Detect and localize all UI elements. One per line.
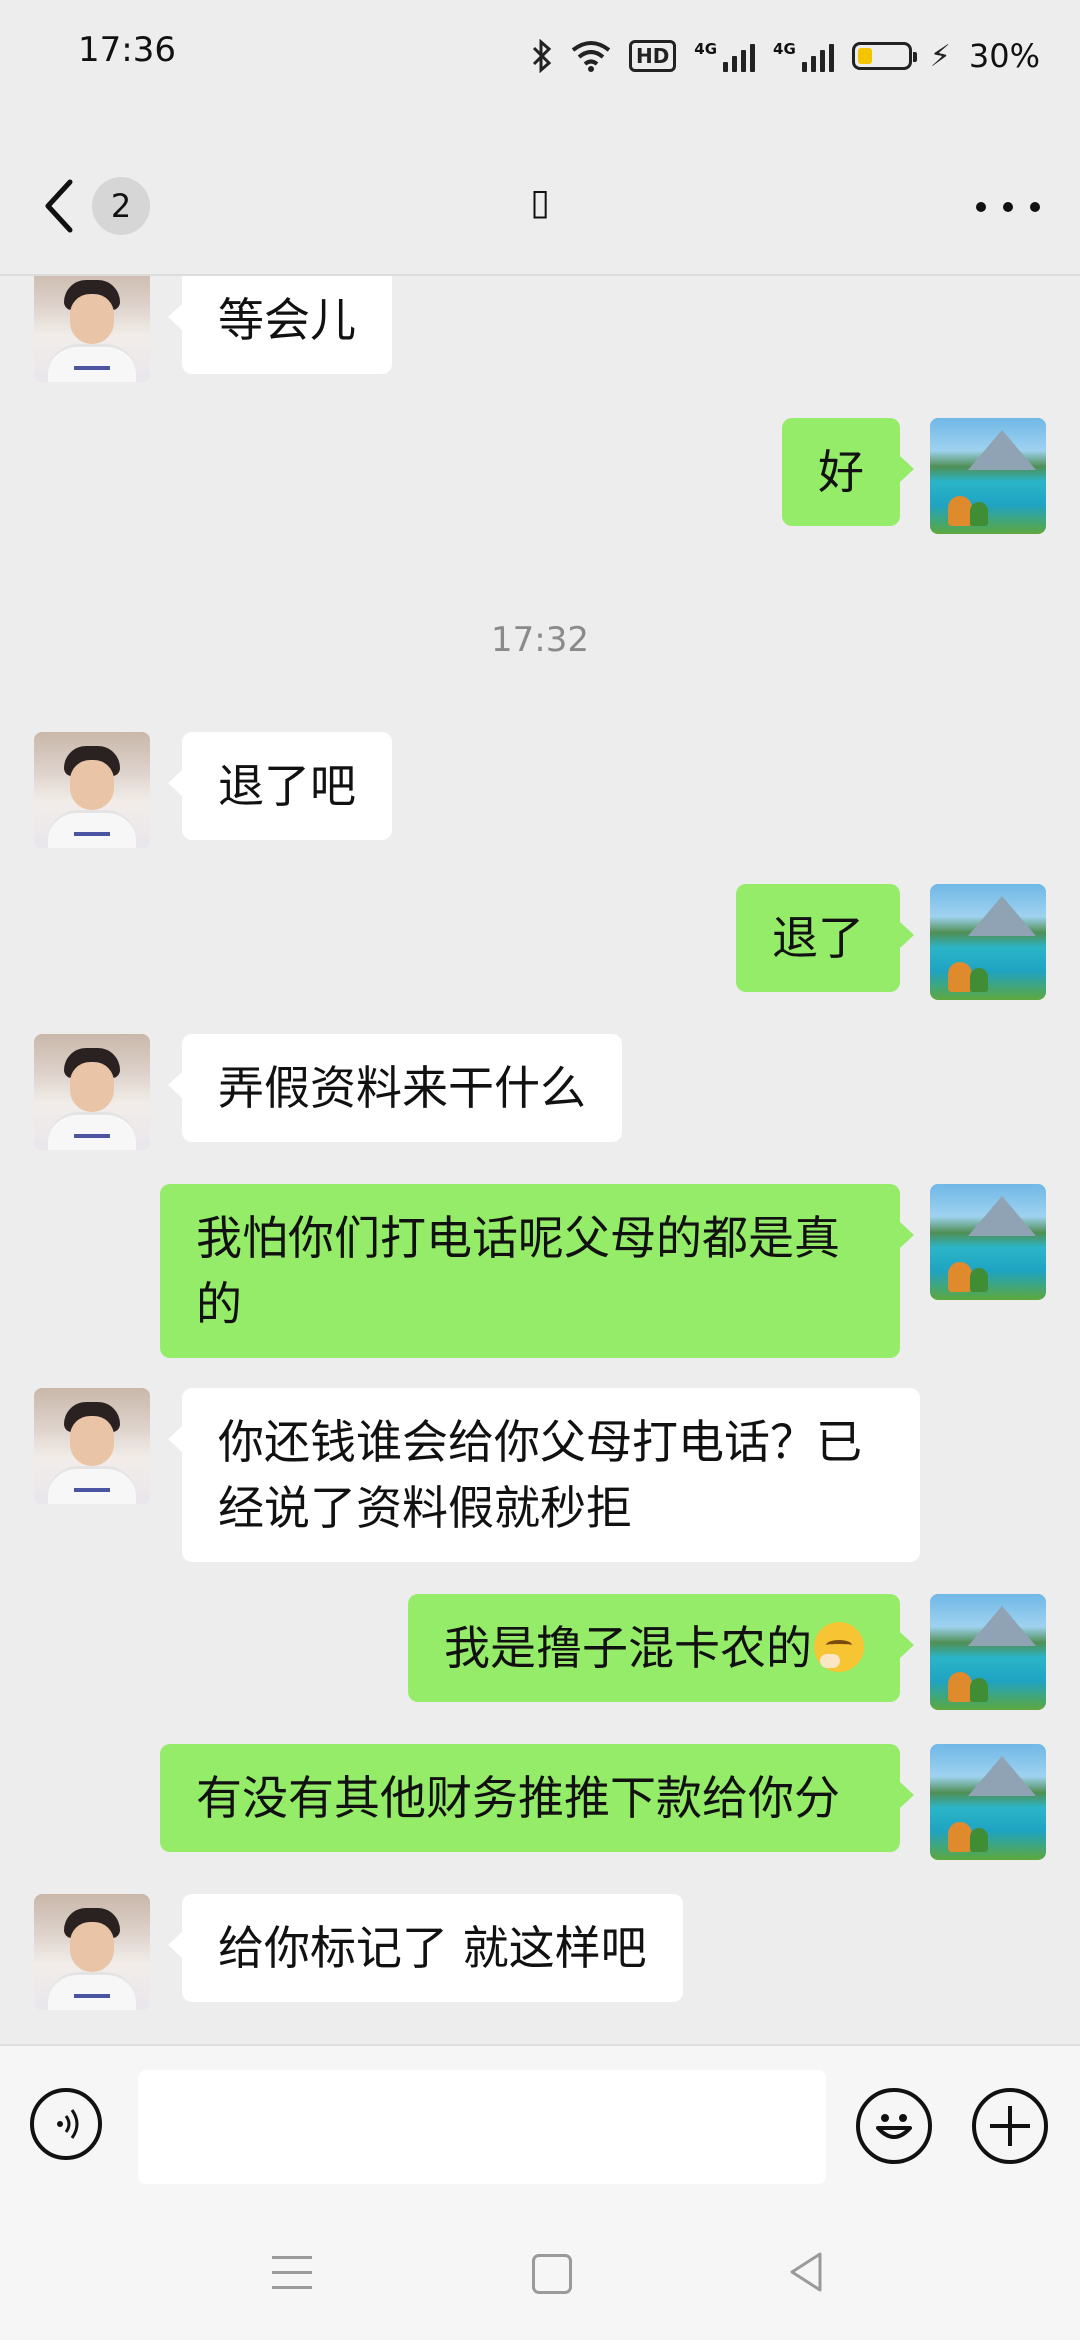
network-label-2: 4G bbox=[773, 40, 796, 58]
home-icon[interactable] bbox=[532, 2254, 572, 2294]
signal-4g-icon-2: 4G bbox=[773, 40, 834, 72]
my-avatar[interactable] bbox=[930, 1184, 1046, 1300]
contact-avatar[interactable] bbox=[34, 276, 150, 382]
message-bubble-incoming[interactable]: 退了吧 bbox=[168, 732, 392, 840]
network-label: 4G bbox=[694, 40, 718, 58]
my-avatar[interactable] bbox=[930, 1744, 1046, 1860]
message-bubble-incoming[interactable]: 给你标记了 就这样吧 bbox=[168, 1894, 683, 2002]
back-triangle-icon[interactable] bbox=[786, 2250, 826, 2294]
voice-input-icon bbox=[57, 2109, 79, 2139]
timestamp: 17:32 bbox=[491, 620, 589, 660]
message-bubble-outgoing[interactable]: 退了 bbox=[736, 884, 914, 992]
battery-percent: 30% bbox=[968, 37, 1040, 75]
bluetooth-icon bbox=[531, 39, 553, 73]
my-avatar[interactable] bbox=[930, 1594, 1046, 1710]
chat-header: 2 ▯ bbox=[0, 140, 1080, 275]
hd-icon: HD bbox=[628, 40, 677, 72]
message-bubble-outgoing[interactable]: 我怕你们打电话呢父母的都是真的 bbox=[160, 1184, 914, 1358]
more-actions-button[interactable] bbox=[972, 2088, 1048, 2164]
status-time: 17:36 bbox=[78, 30, 176, 70]
message-input[interactable] bbox=[138, 2070, 826, 2184]
emoji-icon bbox=[876, 2114, 912, 2139]
signal-4g-icon: 4G bbox=[694, 40, 756, 72]
message-text: 我是撸子混卡农的 bbox=[444, 1621, 812, 1675]
contact-avatar[interactable] bbox=[34, 1034, 150, 1150]
status-bar: 17:36 HD 4G 4G ⚡︎ 30% bbox=[0, 0, 1080, 110]
battery-fill bbox=[857, 48, 872, 64]
my-avatar[interactable] bbox=[930, 884, 1046, 1000]
status-icons: HD 4G 4G ⚡︎ 30% bbox=[531, 28, 1040, 84]
emoji-button[interactable] bbox=[856, 2088, 932, 2164]
chat-title: ▯ bbox=[530, 182, 550, 223]
message-bubble-outgoing[interactable]: 好 bbox=[782, 418, 914, 526]
message-bubble-outgoing[interactable]: 有没有其他财务推推下款给你分 bbox=[160, 1744, 914, 1852]
wifi-icon bbox=[571, 40, 611, 72]
message-bubble-incoming[interactable]: 等会儿 bbox=[168, 276, 392, 374]
contact-avatar[interactable] bbox=[34, 732, 150, 848]
system-navigation-bar bbox=[0, 2200, 1080, 2340]
more-dots-icon[interactable] bbox=[976, 192, 1040, 222]
voice-input-button[interactable] bbox=[30, 2088, 102, 2160]
input-bar bbox=[0, 2044, 1080, 2202]
charging-icon: ⚡︎ bbox=[929, 38, 951, 74]
menu-icon[interactable] bbox=[272, 2256, 312, 2290]
shushing-face-emoji-icon bbox=[814, 1622, 864, 1672]
contact-avatar[interactable] bbox=[34, 1894, 150, 2010]
message-bubble-incoming[interactable]: 弄假资料来干什么 bbox=[168, 1034, 622, 1142]
my-avatar[interactable] bbox=[930, 418, 1046, 534]
message-bubble-incoming[interactable]: 你还钱谁会给你父母打电话？已经说了资料假就秒拒 bbox=[168, 1388, 920, 1562]
contact-avatar[interactable] bbox=[34, 1388, 150, 1504]
battery-icon bbox=[851, 42, 917, 70]
message-list[interactable]: 等会儿 好 17:32 退了吧 退了 弄假资料来干什么 我怕你们打电话呢父母的都… bbox=[0, 276, 1080, 2044]
message-bubble-outgoing[interactable]: 我是撸子混卡农的 bbox=[408, 1594, 914, 1702]
